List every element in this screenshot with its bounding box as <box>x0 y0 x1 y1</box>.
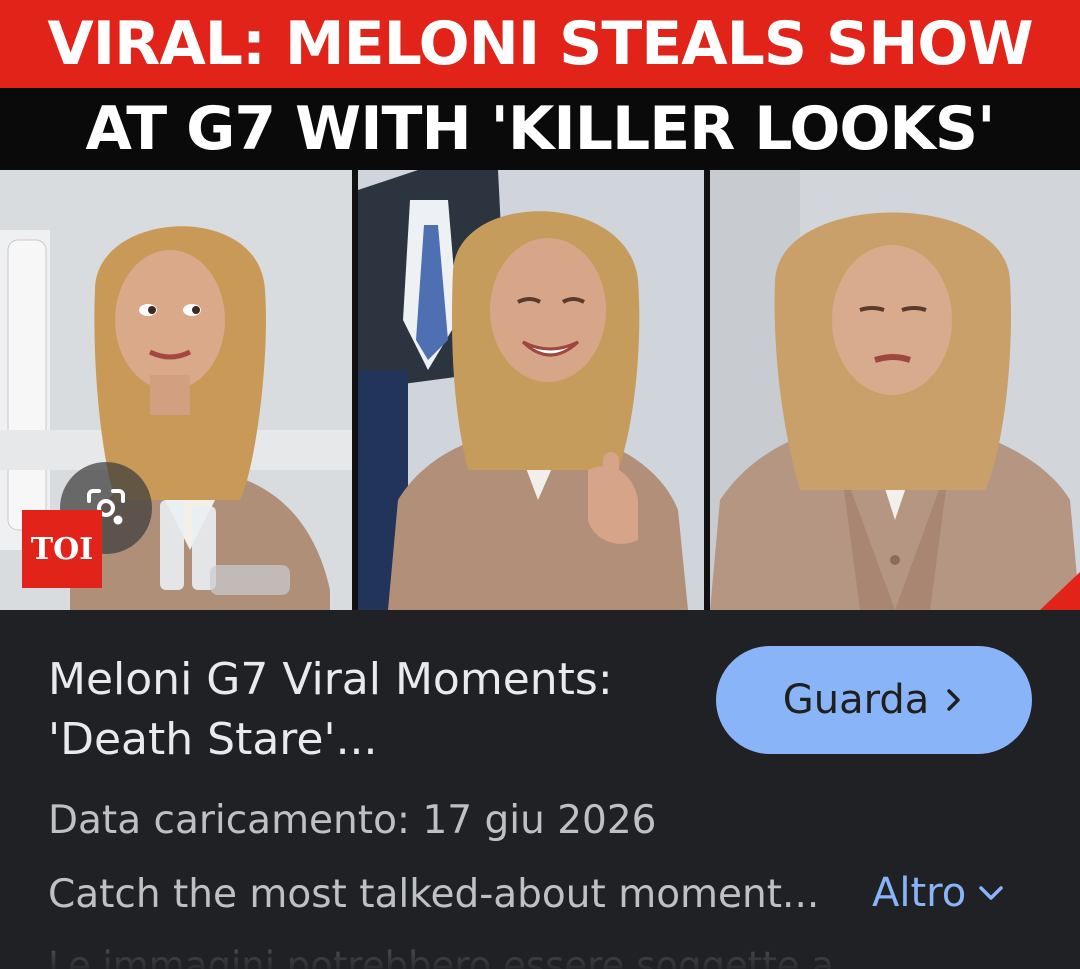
more-button[interactable]: Altro <box>872 870 1006 916</box>
watch-button-label: Guarda <box>782 677 930 723</box>
thumbnail-photo-collage <box>0 170 1080 610</box>
thumbnail-headline-line1: VIRAL: MELONI STEALS SHOW <box>47 9 1033 79</box>
corner-triangle-mark <box>1040 572 1080 610</box>
video-result-card: VIRAL: MELONI STEALS SHOW AT G7 WITH 'KI… <box>0 0 1080 969</box>
upload-date: Data caricamento: 17 giu 2026 <box>48 798 657 843</box>
copyright-disclaimer: Le immagini potrebbero essere soggette a <box>48 944 834 969</box>
video-title[interactable]: Meloni G7 Viral Moments: 'Death Stare'..… <box>48 650 688 770</box>
chevron-down-icon <box>979 886 1003 900</box>
more-button-label: Altro <box>872 870 967 916</box>
chevron-right-icon <box>947 689 960 711</box>
toi-logo-text: TOI <box>30 531 94 567</box>
video-description-snippet: Catch the most talked-about moment... <box>48 872 820 917</box>
headline-banner-red: VIRAL: MELONI STEALS SHOW <box>0 0 1080 88</box>
headline-banner-black: AT G7 WITH 'KILLER LOOKS' <box>0 88 1080 170</box>
photo-panel-middle <box>358 170 704 610</box>
video-thumbnail[interactable]: VIRAL: MELONI STEALS SHOW AT G7 WITH 'KI… <box>0 0 1080 610</box>
thumbnail-headline-line2: AT G7 WITH 'KILLER LOOKS' <box>85 94 996 164</box>
watch-button[interactable]: Guarda <box>716 646 1032 754</box>
photo-panel-right <box>710 170 1080 610</box>
toi-logo: TOI <box>22 510 102 588</box>
